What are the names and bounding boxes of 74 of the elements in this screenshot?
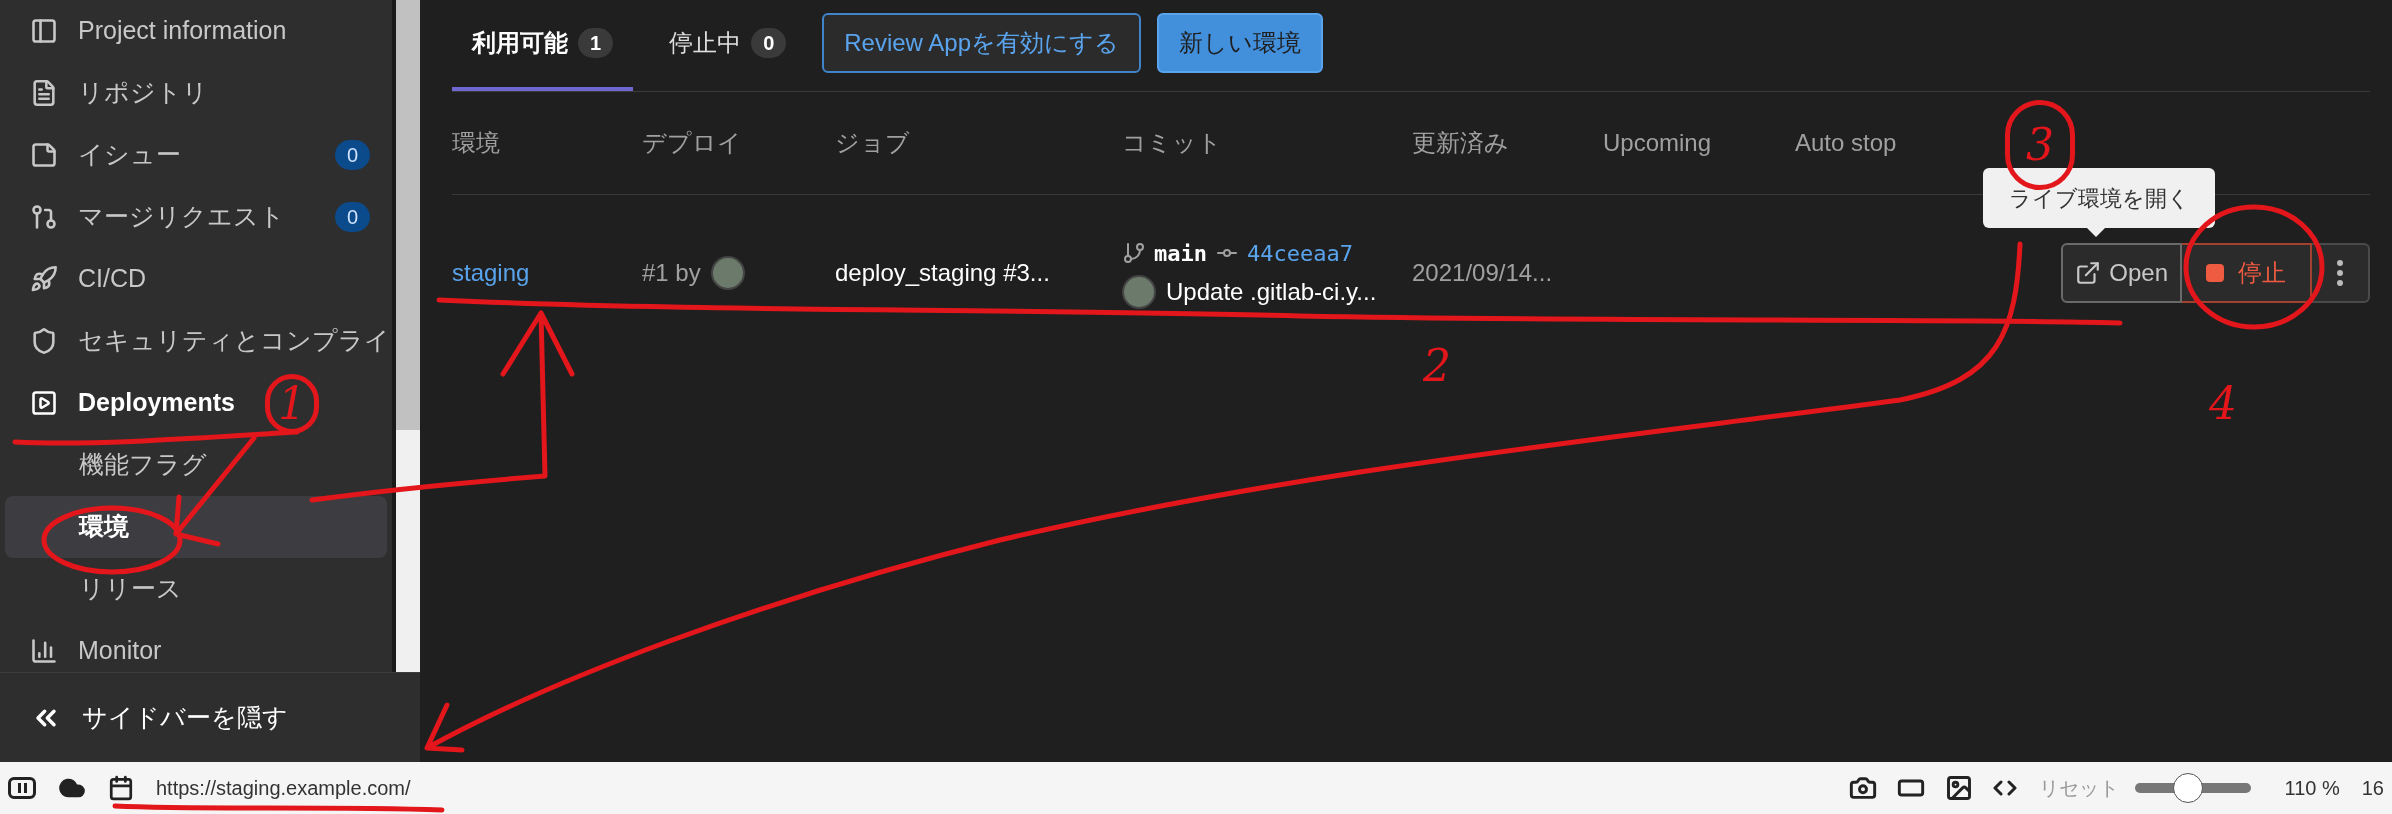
sidebar-label: セキュリティとコンプライ <box>78 325 390 357</box>
sidebar-item[interactable]: Deployments <box>0 372 255 434</box>
column-header: 更新済み <box>1412 128 1510 158</box>
more-actions-button[interactable] <box>2312 243 2370 303</box>
sidebar-item[interactable]: セキュリティとコンプライ <box>0 310 392 372</box>
column-header: 環境 <box>452 128 501 158</box>
status-text: 16 <box>2361 776 2384 801</box>
scrollbar-thumb[interactable] <box>396 0 420 430</box>
count-badge: 0 <box>334 140 370 170</box>
column-header: ジョブ <box>835 128 911 158</box>
note-icon <box>30 141 58 169</box>
sidebar-label: CI/CD <box>78 263 147 295</box>
branch-name[interactable]: main <box>1154 236 1207 270</box>
panel-icon <box>30 17 58 45</box>
tooltip: ライブ環境を開く <box>1983 168 2215 228</box>
annotation-number: 4 <box>2208 377 2238 431</box>
play-square-icon <box>30 389 58 417</box>
commit-message[interactable]: Update .gitlab-ci.y... <box>1166 273 1377 310</box>
open-button[interactable]: Open <box>2061 243 2182 303</box>
kebab-icon <box>2337 260 2343 286</box>
slider-thumb[interactable] <box>2173 773 2204 803</box>
annotation-number: 2 <box>1422 339 1452 393</box>
stop-icon <box>2206 264 2224 282</box>
column-header: Upcoming <box>1603 128 1713 158</box>
avatar-icon <box>1122 274 1156 309</box>
column-header: コミット <box>1122 128 1223 158</box>
review-app-button[interactable]: Review Appを有効にする <box>822 13 1141 73</box>
sidebar-item[interactable]: マージリクエスト 0 <box>0 186 392 248</box>
deploy-number: #1 by <box>642 258 701 288</box>
sidebar-item[interactable]: CI/CD <box>0 248 167 310</box>
zoom-reading: 110 % <box>2284 776 2340 801</box>
zoom-slider[interactable] <box>2134 773 2251 803</box>
sidebar-label: マージリクエスト <box>78 201 285 233</box>
external-link-icon <box>2075 260 2102 286</box>
count-badge: 0 <box>334 202 370 232</box>
tab[interactable]: 停止中 0 <box>649 0 807 91</box>
sidebar-item[interactable]: Project information <box>0 0 307 62</box>
shield-icon <box>30 327 58 355</box>
sidebar-subitem[interactable]: リリース <box>5 558 387 620</box>
merge-request-icon <box>30 203 58 231</box>
annotation-number: 3 <box>2005 100 2075 190</box>
updated-date: 2021/09/14... <box>1412 258 1554 288</box>
camera-icon[interactable] <box>1848 774 1877 802</box>
job-name: deploy_staging #3... <box>835 258 1051 288</box>
branch-icon <box>1122 241 1146 265</box>
avatar-icon <box>710 256 745 290</box>
rocket-icon <box>30 265 58 293</box>
sidebar-label: Monitor <box>78 635 162 667</box>
sidebar-item[interactable]: Monitor <box>0 620 182 672</box>
sidebar-label: リポジトリ <box>78 77 208 109</box>
sidebar-label: Project information <box>78 15 287 47</box>
stop-button[interactable]: 停止 <box>2182 243 2312 303</box>
sidebar-subitem[interactable]: 機能フラグ <box>5 434 387 496</box>
status-url: https://staging.example.com/ <box>156 776 411 801</box>
document-icon <box>30 79 58 107</box>
column-header: デプロイ <box>642 128 743 158</box>
new-environment-button[interactable]: 新しい環境 <box>1157 13 1323 73</box>
count-badge: 1 <box>578 28 614 58</box>
environment-link[interactable]: staging <box>452 255 642 291</box>
pause-icon[interactable] <box>8 777 36 799</box>
calendar-icon[interactable] <box>108 775 134 801</box>
chart-icon <box>30 637 58 665</box>
sidebar-label: Deployments <box>78 387 235 419</box>
sidebar-subitem[interactable]: 環境 <box>5 496 387 558</box>
tab[interactable]: 利用可能 1 <box>452 0 634 91</box>
column-header: Auto stop <box>1795 128 1898 158</box>
tooltip-pointer <box>2087 228 2105 237</box>
image-icon[interactable] <box>1944 774 1973 802</box>
sidebar-label: イシュー <box>78 139 181 171</box>
annotation-number: 1 <box>265 374 319 434</box>
count-badge: 0 <box>751 28 787 58</box>
sidebar-item[interactable]: リポジトリ <box>0 62 228 124</box>
commit-sha[interactable]: 44ceeaa7 <box>1247 236 1353 270</box>
sidebar-item[interactable]: イシュー 0 <box>0 124 392 186</box>
